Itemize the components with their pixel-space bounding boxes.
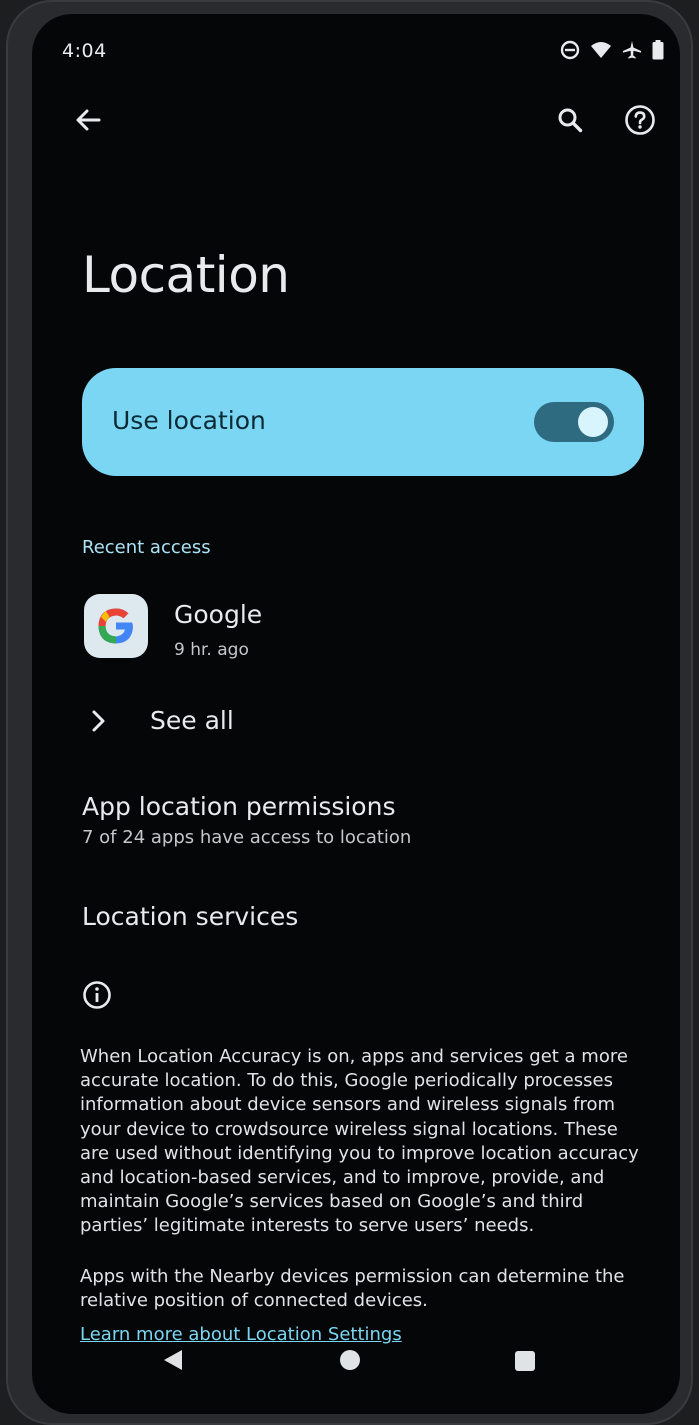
location-services-title: Location services <box>82 902 299 931</box>
use-location-switch-row[interactable]: Use location <box>82 368 644 476</box>
see-all-row[interactable]: See all <box>82 698 642 748</box>
search-button[interactable] <box>548 98 592 142</box>
search-icon <box>558 108 583 133</box>
help-icon <box>625 105 655 135</box>
phone-frame: 4:04 Location Use location Recent access… <box>6 0 693 1425</box>
chevron-right-icon <box>92 710 105 732</box>
app-location-permissions-item[interactable]: App location permissions 7 of 24 apps ha… <box>82 792 411 848</box>
app-location-permissions-subtitle: 7 of 24 apps have access to location <box>82 827 412 848</box>
arrow-back-icon <box>76 109 101 131</box>
nav-back-icon[interactable] <box>162 1348 184 1372</box>
use-location-toggle[interactable] <box>534 402 614 442</box>
battery-icon <box>652 40 664 60</box>
see-all-label: See all <box>150 706 234 735</box>
app-location-permissions-title: App location permissions <box>82 792 396 821</box>
google-g-icon <box>84 594 148 658</box>
help-button[interactable] <box>618 98 662 142</box>
nearby-devices-description: Apps with the Nearby devices permission … <box>80 1266 625 1312</box>
airplane-icon <box>623 41 641 59</box>
info-icon <box>83 981 111 1009</box>
back-button[interactable] <box>66 98 110 142</box>
navigation-bar <box>32 1334 680 1390</box>
page-title: Location <box>82 246 290 304</box>
status-time: 4:04 <box>62 40 107 62</box>
status-icons <box>560 40 664 60</box>
nav-recents-icon[interactable] <box>515 1351 535 1371</box>
wifi-icon <box>591 42 611 58</box>
location-accuracy-description: When Location Accuracy is on, apps and s… <box>80 1046 639 1237</box>
dnd-icon <box>560 40 580 60</box>
recent-app-item[interactable]: Google 9 hr. ago <box>82 592 642 664</box>
location-services-item[interactable]: Location services <box>82 902 298 931</box>
recent-access-header: Recent access <box>82 537 211 558</box>
recent-app-time: 9 hr. ago <box>174 640 249 660</box>
toggle-thumb <box>578 407 608 437</box>
nav-home-icon[interactable] <box>340 1350 360 1370</box>
use-location-label: Use location <box>112 406 266 435</box>
recent-app-name: Google <box>174 600 263 629</box>
screen: 4:04 Location Use location Recent access… <box>32 14 680 1414</box>
